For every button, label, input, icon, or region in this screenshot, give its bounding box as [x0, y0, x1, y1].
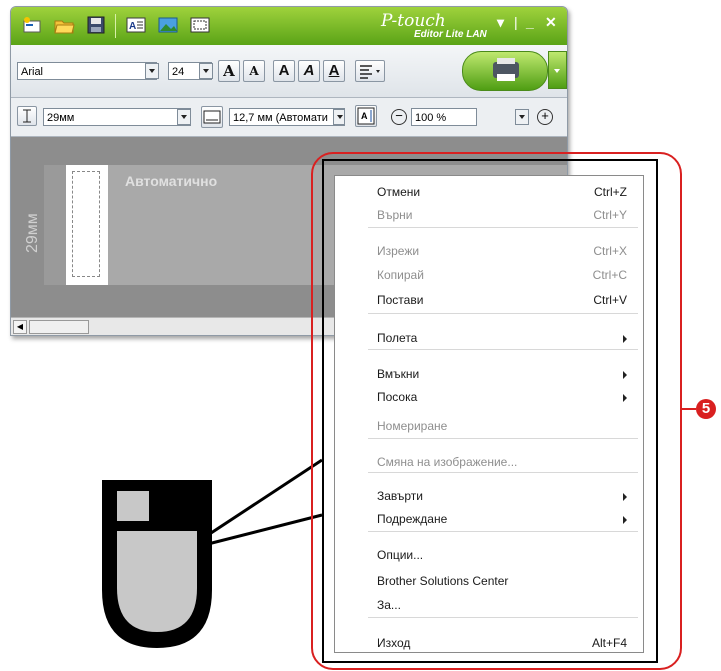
menu-item-label: Номериране [377, 419, 448, 433]
submenu-arrow-icon [623, 493, 627, 501]
menu-item-label: Опции... [377, 548, 424, 562]
menu-item-label: Изрежи [377, 244, 420, 258]
menu-item-label: Подреждане [377, 512, 448, 526]
menu-item-label: Отмени [377, 185, 421, 199]
menu-item[interactable]: Изрежи Ctrl+X [335, 240, 643, 262]
callout-badge: 5 [696, 399, 716, 419]
menu-item-label: За... [377, 598, 401, 612]
menu-item[interactable]: Завърти [335, 485, 643, 507]
callout-leader [682, 408, 696, 410]
menu-item[interactable]: Копирай Ctrl+C [335, 264, 643, 286]
submenu-arrow-icon [623, 516, 627, 524]
menu-item[interactable]: Постави Ctrl+V [335, 289, 643, 311]
menu-item[interactable]: Върни Ctrl+Y [335, 204, 643, 226]
menu-item[interactable]: Опции... [335, 544, 643, 566]
menu-item[interactable]: Вмъкни [335, 363, 643, 385]
menu-separator [368, 227, 638, 228]
menu-item-label: Посока [377, 390, 418, 404]
menu-separator [368, 617, 638, 618]
menu-separator [368, 531, 638, 532]
submenu-arrow-icon [623, 371, 627, 379]
menu-item-label: Върни [377, 208, 413, 222]
menu-item[interactable]: Brother Solutions Center [335, 570, 643, 592]
menu-item[interactable]: Номериране [335, 415, 643, 437]
menu-item-shortcut: Ctrl+Y [593, 208, 627, 222]
menu-item-shortcut: Ctrl+C [592, 268, 627, 282]
menu-item-label: Вмъкни [377, 367, 420, 381]
submenu-arrow-icon [623, 394, 627, 402]
menu-item-label: Постави [377, 293, 424, 307]
menu-item[interactable]: За... [335, 594, 643, 616]
menu-item-shortcut: Alt+F4 [591, 636, 627, 650]
menu-item[interactable]: Посока [335, 386, 643, 408]
menu-item-shortcut: Ctrl+Z [594, 185, 627, 199]
menu-item-label: Brother Solutions Center [377, 574, 509, 588]
menu-item-label: Завърти [377, 489, 424, 503]
menu-item[interactable]: Полета [335, 327, 643, 349]
menu-separator [368, 313, 638, 314]
menu-item-label: Копирай [377, 268, 424, 282]
menu-item[interactable]: Отмени Ctrl+Z [335, 181, 643, 203]
menu-item[interactable]: Изход Alt+F4 [335, 632, 643, 654]
menu-item-label: Полета [377, 331, 418, 345]
submenu-arrow-icon [623, 335, 627, 343]
context-menu: Отмени Ctrl+Z Върни Ctrl+Y Изрежи Ctrl+X Копир… [334, 175, 644, 653]
menu-separator [368, 349, 638, 350]
menu-item[interactable]: Смяна на изображение... [335, 451, 643, 473]
menu-item[interactable]: Подреждане [335, 508, 643, 530]
menu-item-label: Смяна на изображение... [377, 455, 518, 469]
menu-item-label: Изход [377, 636, 411, 650]
menu-item-shortcut: Ctrl+X [593, 244, 627, 258]
menu-item-shortcut: Ctrl+V [593, 293, 627, 307]
menu-separator [368, 438, 638, 439]
